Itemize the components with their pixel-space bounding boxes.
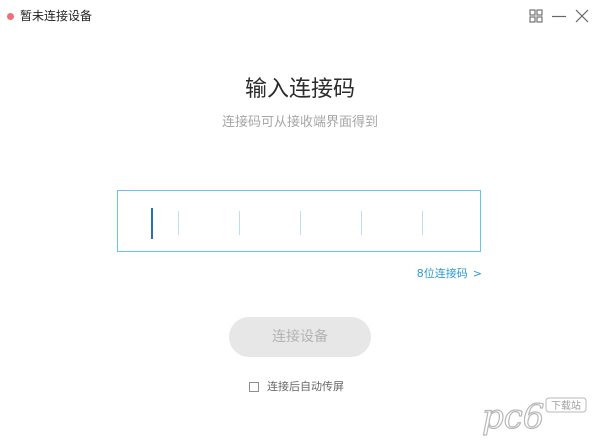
window-title: 暂未连接设备 bbox=[20, 9, 93, 23]
layout-icon bbox=[529, 9, 543, 23]
app-window: 暂未连接设备 输入连接码 连接码可从接收端界面得到 8位连接码 > 连接设备 连… bbox=[0, 0, 600, 448]
connect-device-button[interactable]: 连接设备 bbox=[229, 317, 371, 357]
minimize-icon bbox=[552, 15, 566, 18]
auto-cast-checkbox[interactable] bbox=[249, 382, 259, 392]
text-cursor bbox=[151, 208, 153, 239]
code-mode-link-label: 8位连接码 bbox=[416, 267, 468, 280]
minimize-button[interactable] bbox=[550, 7, 568, 25]
code-slot-divider bbox=[422, 211, 423, 235]
code-slot-divider bbox=[178, 211, 179, 235]
pc6-watermark-logo: pc6 下载站 bbox=[481, 396, 587, 438]
auto-cast-option[interactable]: 连接后自动传屏 bbox=[249, 379, 344, 395]
page-subtitle: 连接码可从接收端界面得到 bbox=[221, 115, 378, 130]
code-slot-divider bbox=[300, 211, 301, 235]
svg-text:pc6: pc6 bbox=[482, 397, 544, 437]
code-slot-divider bbox=[239, 211, 240, 235]
connection-code-input[interactable] bbox=[117, 190, 481, 252]
eight-digit-code-link[interactable]: 8位连接码 > bbox=[417, 266, 482, 282]
close-button[interactable] bbox=[573, 7, 591, 25]
layout-button[interactable] bbox=[527, 7, 545, 25]
connection-status-dot bbox=[7, 13, 14, 20]
chevron-right-icon: > bbox=[472, 267, 482, 280]
svg-text:下载站: 下载站 bbox=[551, 399, 581, 412]
page-title: 输入连接码 bbox=[244, 77, 355, 102]
close-icon bbox=[575, 9, 589, 23]
auto-cast-label: 连接后自动传屏 bbox=[267, 380, 344, 393]
code-slot-divider bbox=[361, 211, 362, 235]
